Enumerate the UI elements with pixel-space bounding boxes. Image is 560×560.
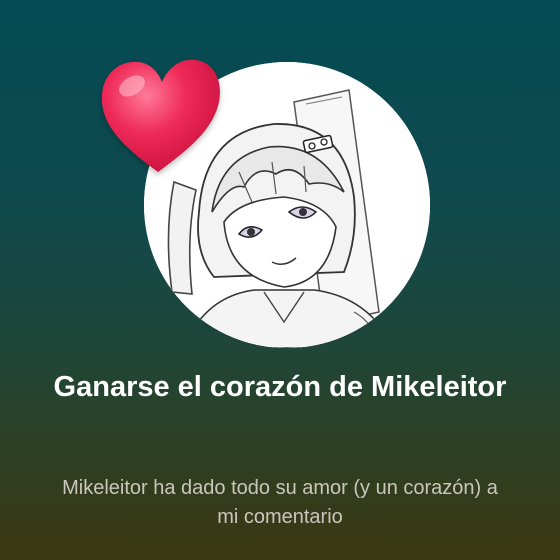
achievement-title: Ganarse el corazón de Mikeleitor: [53, 371, 507, 403]
heart-icon: [96, 54, 226, 178]
achievement-card: Ganarse el corazón de Mikeleitor Mikelei…: [0, 0, 560, 560]
achievement-description: Mikeleitor ha dado todo su amor (y un co…: [62, 477, 498, 528]
